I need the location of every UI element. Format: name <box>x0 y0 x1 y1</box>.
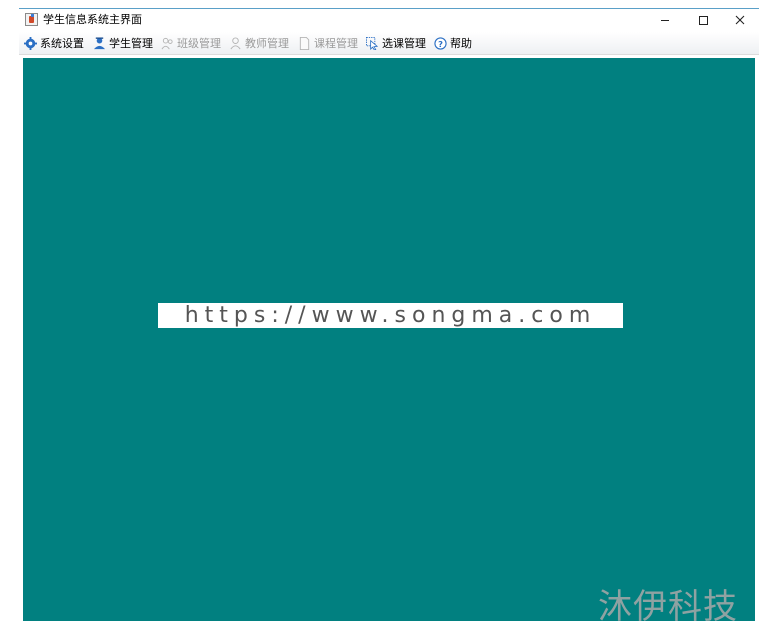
main-desktop-pane: https://www.songma.com <box>23 58 755 621</box>
website-banner: https://www.songma.com <box>158 303 623 328</box>
document-icon <box>299 36 310 50</box>
menu-course-selection-management-label: 选课管理 <box>382 37 426 50</box>
cursor-select-icon <box>366 36 379 50</box>
menu-system-settings[interactable]: 系统设置 <box>24 35 84 51</box>
menu-course-selection-management[interactable]: 选课管理 <box>366 35 426 51</box>
menu-class-management[interactable]: 班级管理 <box>161 35 221 51</box>
menu-class-management-label: 班级管理 <box>177 37 221 50</box>
watermark-text: 沐伊科技 <box>598 587 738 627</box>
student-icon <box>93 36 106 49</box>
java-app-icon <box>25 13 38 26</box>
main-window: 学生信息系统主界面 系统设置 学生管理 班级管理 教师管理 课程管理 选课管理 … <box>19 8 759 623</box>
minimize-icon <box>661 20 669 21</box>
close-icon <box>735 15 745 25</box>
menu-system-settings-label: 系统设置 <box>40 37 84 50</box>
help-icon: ? <box>434 36 447 50</box>
menu-course-management-label: 课程管理 <box>314 37 358 50</box>
maximize-icon <box>699 16 708 25</box>
teacher-icon <box>230 36 241 49</box>
minimize-button[interactable] <box>647 9 683 32</box>
menu-bar: 系统设置 学生管理 班级管理 教师管理 课程管理 选课管理 ? 帮助 <box>19 32 759 55</box>
maximize-button[interactable] <box>685 9 721 32</box>
menu-teacher-management-label: 教师管理 <box>245 37 289 50</box>
menu-teacher-management[interactable]: 教师管理 <box>229 35 289 51</box>
class-icon <box>161 37 173 49</box>
close-button[interactable] <box>722 9 758 32</box>
title-bar[interactable]: 学生信息系统主界面 <box>19 9 759 32</box>
gear-icon <box>24 36 37 50</box>
menu-help[interactable]: ? 帮助 <box>434 35 472 51</box>
menu-student-management[interactable]: 学生管理 <box>93 35 153 51</box>
menu-course-management[interactable]: 课程管理 <box>298 35 358 51</box>
window-title: 学生信息系统主界面 <box>43 13 142 26</box>
svg-text:?: ? <box>438 38 443 48</box>
menu-help-label: 帮助 <box>450 37 472 50</box>
menu-student-management-label: 学生管理 <box>109 37 153 50</box>
